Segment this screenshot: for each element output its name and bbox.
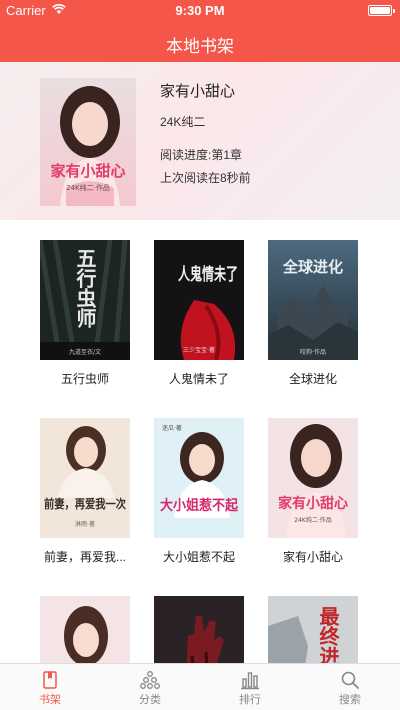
recent-book-title: 家有小甜心 <box>160 83 236 100</box>
book-cover-title: 全球进化 <box>282 258 343 276</box>
tab-label: 搜索 <box>339 694 361 706</box>
book-cover-title: 人鬼情未了 <box>178 264 238 285</box>
recent-cover-byline: 24K纯二·作品 <box>66 183 110 192</box>
book-item[interactable]: 五行虫师 九道至衣/文 五行虫师 <box>40 240 130 387</box>
book-item[interactable]: 大小姐惹不起 迷瓜·著 大小姐惹不起 <box>154 418 244 565</box>
book-item[interactable]: 最终进 <box>268 596 358 663</box>
book-cover: 大小姐惹不起 迷瓜·著 <box>154 418 244 538</box>
tab-label: 分类 <box>139 694 161 706</box>
tab-bookshelf[interactable]: 书架 <box>0 664 100 710</box>
book-title: 人鬼情未了 <box>168 372 229 386</box>
book-cover-title: 五行虫师 <box>73 248 97 329</box>
category-icon <box>140 671 160 689</box>
book-item[interactable] <box>154 596 244 663</box>
status-bar: Carrier 9:30 PM <box>0 0 400 20</box>
book-cover: 人鬼情未了 三少宝宝·著 <box>154 240 244 360</box>
tab-search[interactable]: 搜索 <box>300 664 400 710</box>
book-cover: 家有小甜心 24K纯二·作品 <box>268 418 358 538</box>
battery-icon <box>368 5 395 16</box>
tab-category[interactable]: 分类 <box>100 664 200 710</box>
book-cover: 前妻，再爱我一次 淋雨·著 <box>40 418 130 538</box>
tab-ranking[interactable]: 排行 <box>200 664 300 710</box>
book-cover-title: 大小姐惹不起 <box>160 497 239 514</box>
book-cover-title: 最终进 <box>316 606 340 663</box>
book-title: 五行虫师 <box>60 372 109 386</box>
book-item[interactable]: 全球进化 咬狗·作品 全球进化 <box>268 240 358 387</box>
recent-book-cover: 家有小甜心 24K纯二·作品 <box>40 78 136 206</box>
book-cover-author: 咬狗·作品 <box>300 348 326 356</box>
book-cover-title: 家有小甜心 <box>278 495 348 512</box>
bookshelf-icon <box>43 671 57 689</box>
book-title: 前妻，再爱我... <box>43 550 126 564</box>
book-title: 大小姐惹不起 <box>162 550 235 564</box>
book-title: 全球进化 <box>288 372 337 386</box>
last-read-time: 上次阅读在8秒前 <box>160 171 251 185</box>
book-item[interactable]: 前妻，再爱我一次 淋雨·著 前妻，再爱我... <box>40 418 130 565</box>
recent-cover-title: 家有小甜心 <box>50 162 125 180</box>
book-item[interactable]: 人鬼情未了 三少宝宝·著 人鬼情未了 <box>154 240 244 387</box>
search-icon <box>341 671 359 689</box>
tab-label: 书架 <box>39 694 61 706</box>
reading-progress: 阅读进度:第1章 <box>160 148 243 162</box>
recent-book-info: 家有小甜心 24K纯二 阅读进度:第1章 上次阅读在8秒前 <box>160 80 251 186</box>
book-cover-author: 三少宝宝·著 <box>183 346 215 354</box>
book-cover-author: 淋雨·著 <box>75 520 95 528</box>
book-item[interactable]: 家有小甜心 24K纯二·作品 家有小甜心 <box>268 418 358 565</box>
book-title: 家有小甜心 <box>282 550 343 564</box>
book-cover-author: 24K纯二·作品 <box>294 516 331 524</box>
recent-book-author: 24K纯二 <box>160 115 206 129</box>
book-cover-author: 迷瓜·著 <box>162 424 182 432</box>
clock: 9:30 PM <box>175 3 225 18</box>
page-title: 本地书架 <box>166 37 234 56</box>
book-cover-author: 九道至衣/文 <box>69 348 101 356</box>
book-cover <box>154 596 244 663</box>
tab-label: 排行 <box>239 694 261 706</box>
book-cover: 全球进化 咬狗·作品 <box>268 240 358 360</box>
ranking-icon <box>241 672 259 690</box>
book-cover: 最终进 <box>268 596 358 663</box>
recent-book-banner[interactable]: 家有小甜心 24K纯二·作品 家有小甜心 24K纯二 阅读进度:第1章 上次阅读… <box>0 62 400 220</box>
book-item[interactable] <box>40 596 130 663</box>
book-cover: 五行虫师 九道至衣/文 <box>40 240 130 360</box>
header: Carrier 9:30 PM 本地书架 <box>0 0 400 62</box>
book-cover <box>40 596 130 663</box>
book-cover-title: 前妻，再爱我一次 <box>44 496 126 511</box>
tab-bar: 书架 分类 排行 搜索 <box>0 663 400 710</box>
bookshelf-grid: 五行虫师 九道至衣/文 五行虫师 人鬼情未了 三少宝宝·著 人鬼情未了 全球进化… <box>0 220 400 663</box>
